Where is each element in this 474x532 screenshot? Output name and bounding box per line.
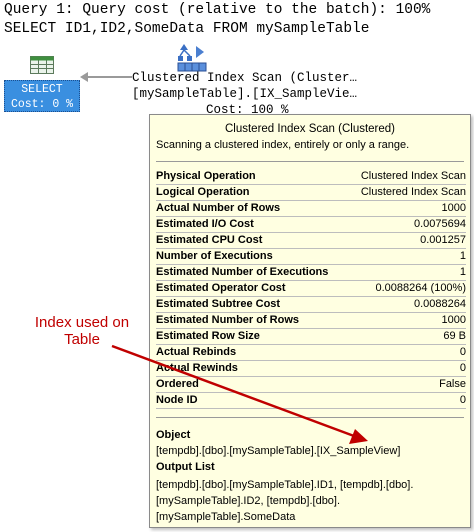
property-value: 0.0088264 (100%) xyxy=(375,282,466,294)
property-name: Physical Operation xyxy=(156,170,256,182)
property-value: 1000 xyxy=(441,202,466,214)
tooltip-title: Clustered Index Scan (Clustered) xyxy=(224,123,396,135)
annotation-line1: Index used on xyxy=(34,314,130,331)
select-node-cost: Cost: 0 % xyxy=(10,98,74,111)
property-row: Estimated Number of Rows 1000 xyxy=(156,313,466,329)
tooltip-description: Scanning a clustered index, entirely or … xyxy=(156,139,410,151)
query-cost-header: Query 1: Query cost (relative to the bat… xyxy=(4,2,431,18)
plan-connector-line xyxy=(82,76,132,78)
property-row: Estimated Operator Cost 0.0088264 (100%) xyxy=(156,281,466,297)
table-grid-icon xyxy=(30,56,54,74)
property-value: 0 xyxy=(459,362,466,374)
property-name: Node ID xyxy=(156,394,198,406)
property-name: Estimated Operator Cost xyxy=(156,282,286,294)
property-value: 1000 xyxy=(441,314,466,326)
property-value: 0 xyxy=(459,346,466,358)
query-sql-text: SELECT ID1,ID2,SomeData FROM mySampleTab… xyxy=(4,21,370,37)
property-name: Estimated Number of Executions xyxy=(156,266,329,278)
property-name: Ordered xyxy=(156,378,199,390)
tooltip-properties: Physical Operation Clustered Index Scan Lo… xyxy=(156,169,466,409)
property-row: Estimated Number of Executions 1 xyxy=(156,265,466,281)
property-value: 1 xyxy=(459,266,466,278)
plan-connector-arrowhead xyxy=(80,72,88,82)
property-row: Actual Rebinds 0 xyxy=(156,345,466,361)
object-value: [tempdb].[dbo].[mySampleTable].[IX_Sampl… xyxy=(156,445,401,457)
property-name: Number of Executions xyxy=(156,250,273,262)
property-name: Estimated I/O Cost xyxy=(156,218,254,230)
property-row: Estimated Subtree Cost 0.0088264 xyxy=(156,297,466,313)
select-plan-node[interactable]: SELECT Cost: 0 % xyxy=(4,80,80,112)
property-value: False xyxy=(439,378,466,390)
output-list-line: [mySampleTable].ID2, [tempdb].[dbo]. xyxy=(156,495,341,507)
tooltip-divider xyxy=(156,161,464,162)
output-list-line: [mySampleTable].SomeData xyxy=(156,511,296,523)
property-value: 0 xyxy=(459,394,466,406)
property-name: Estimated Number of Rows xyxy=(156,314,300,326)
property-name: Estimated CPU Cost xyxy=(156,234,263,246)
scan-node-label[interactable]: Clustered Index Scan (Cluster… [mySample… xyxy=(132,70,357,102)
scan-node-label-line2: [mySampleTable].[IX_SampleVie… xyxy=(132,87,358,101)
property-name: Logical Operation xyxy=(156,186,250,198)
scan-node-label-line1: Clustered Index Scan (Cluster… xyxy=(132,71,358,85)
property-value: Clustered Index Scan xyxy=(360,170,466,182)
output-list-heading: Output List xyxy=(156,461,215,473)
property-row: Estimated I/O Cost 0.0075694 xyxy=(156,217,466,233)
annotation-line2: Table xyxy=(64,331,100,348)
property-row: Node ID 0 xyxy=(156,393,466,409)
property-row: Actual Number of Rows 1000 xyxy=(156,201,466,217)
property-name: Estimated Row Size xyxy=(156,330,260,342)
annotation-text: Index used on Table xyxy=(30,314,134,348)
output-list-line: [tempdb].[dbo].[mySampleTable].ID1, [tem… xyxy=(156,479,414,491)
operator-tooltip: Clustered Index Scan (Clustered) Scannin… xyxy=(149,114,471,528)
property-row: Estimated Row Size 69 B xyxy=(156,329,466,345)
select-node-label: SELECT xyxy=(21,83,63,96)
property-row: Actual Rewinds 0 xyxy=(156,361,466,377)
property-value: 0.0075694 xyxy=(414,218,466,230)
property-value: 69 B xyxy=(443,330,466,342)
property-name: Actual Rewinds xyxy=(156,362,238,374)
property-row: Logical Operation Clustered Index Scan xyxy=(156,185,466,201)
property-value: Clustered Index Scan xyxy=(360,186,466,198)
tooltip-divider xyxy=(156,417,464,418)
clustered-index-scan-icon[interactable] xyxy=(176,42,208,72)
property-row: Estimated CPU Cost 0.001257 xyxy=(156,233,466,249)
property-name: Actual Number of Rows xyxy=(156,202,281,214)
property-row: Physical Operation Clustered Index Scan xyxy=(156,169,466,185)
property-row: Ordered False xyxy=(156,377,466,393)
object-heading: Object xyxy=(156,429,191,441)
property-value: 1 xyxy=(459,250,466,262)
property-name: Actual Rebinds xyxy=(156,346,237,358)
property-row: Number of Executions 1 xyxy=(156,249,466,265)
output-list-value: [tempdb].[dbo].[mySampleTable].ID1, [tem… xyxy=(156,477,413,525)
property-name: Estimated Subtree Cost xyxy=(156,298,281,310)
property-value: 0.0088264 xyxy=(414,298,466,310)
property-value: 0.001257 xyxy=(420,234,466,246)
